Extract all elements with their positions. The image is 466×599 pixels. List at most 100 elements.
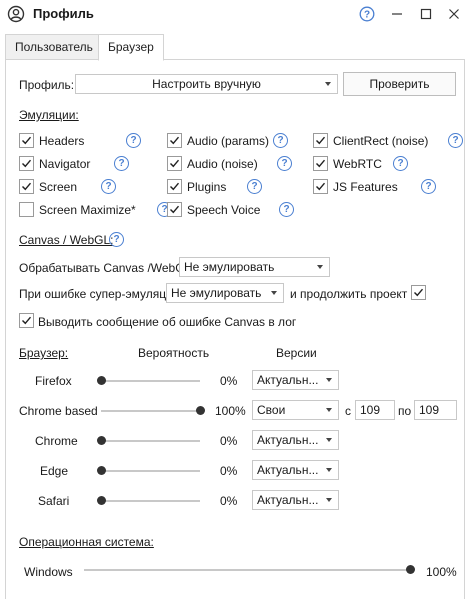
emulation-checkbox[interactable] — [19, 202, 34, 217]
emulation-checkbox[interactable] — [313, 179, 328, 194]
probability-column-header: Вероятность — [138, 346, 210, 360]
help-icon[interactable]: ? — [277, 156, 292, 171]
emulation-label: Headers — [39, 134, 85, 148]
help-icon[interactable]: ? — [101, 179, 116, 194]
canvas-process-value: Не эмулировать — [184, 260, 275, 274]
probability-percent: 0% — [220, 374, 238, 388]
probability-slider-track[interactable] — [101, 380, 200, 382]
version-dropdown[interactable]: Свои — [252, 400, 339, 420]
tab-browser[interactable]: Браузер — [98, 34, 164, 61]
window-title: Профиль — [33, 6, 94, 21]
checkmark-icon — [316, 159, 326, 168]
version-from-label: с — [345, 404, 351, 418]
version-to-label: по — [398, 404, 412, 418]
close-button[interactable] — [443, 3, 465, 25]
help-icon[interactable]: ? — [448, 133, 463, 148]
os-percent: 100% — [426, 565, 457, 579]
emulation-label: Audio (params) — [187, 134, 270, 148]
help-icon[interactable]: ? — [114, 156, 129, 171]
tab-user[interactable]: Пользователь — [5, 34, 103, 60]
canvas-log-checkbox[interactable] — [19, 313, 34, 328]
help-icon[interactable]: ? — [273, 133, 288, 148]
chevron-down-icon — [317, 265, 323, 269]
emulation-checkbox[interactable] — [167, 133, 182, 148]
help-icon[interactable]: ? — [247, 179, 262, 194]
maximize-button[interactable] — [415, 3, 437, 25]
version-value: Актуальн... — [257, 463, 319, 477]
canvas-process-label: Обрабатывать Canvas /WebGL — [19, 261, 192, 275]
probability-slider-track[interactable] — [101, 470, 200, 472]
probability-slider-track[interactable] — [101, 500, 200, 502]
canvas-process-dropdown[interactable]: Не эмулировать — [179, 257, 330, 277]
emulation-label: Speech Voice — [187, 203, 261, 217]
canvas-error-value: Не эмулировать — [171, 286, 262, 300]
probability-slider-thumb[interactable] — [97, 436, 106, 445]
minimize-icon — [392, 13, 402, 15]
help-icon[interactable]: ? — [421, 179, 436, 194]
help-icon[interactable]: ? — [393, 156, 408, 171]
chevron-down-icon — [326, 438, 332, 442]
version-value: Актуальн... — [257, 493, 319, 507]
svg-text:?: ? — [364, 10, 370, 21]
help-icon[interactable]: ? — [126, 133, 141, 148]
emulation-checkbox[interactable] — [19, 156, 34, 171]
minimize-button[interactable] — [386, 3, 408, 25]
probability-slider-thumb[interactable] — [196, 406, 205, 415]
checkmark-icon — [22, 136, 32, 145]
checkmark-icon — [316, 182, 326, 191]
emulation-checkbox[interactable] — [313, 156, 328, 171]
emulation-label: Audio (noise) — [187, 157, 258, 171]
emulation-checkbox[interactable] — [167, 179, 182, 194]
version-dropdown[interactable]: Актуальн... — [252, 490, 339, 510]
emulation-checkbox[interactable] — [19, 133, 34, 148]
profile-dropdown[interactable]: Настроить вручную — [75, 74, 338, 94]
checkmark-icon — [170, 182, 180, 191]
check-button[interactable]: Проверить — [343, 72, 456, 96]
chevron-down-icon — [326, 378, 332, 382]
probability-slider-thumb[interactable] — [97, 496, 106, 505]
version-dropdown[interactable]: Актуальн... — [252, 460, 339, 480]
emulation-checkbox[interactable] — [167, 156, 182, 171]
profile-label: Профиль: — [19, 78, 75, 92]
checkmark-icon — [22, 182, 32, 191]
probability-slider-track[interactable] — [101, 440, 200, 442]
version-dropdown[interactable]: Актуальн... — [252, 430, 339, 450]
checkmark-icon — [170, 159, 180, 168]
version-from-input[interactable]: 109 — [355, 400, 395, 420]
checkmark-icon — [316, 136, 326, 145]
probability-slider-thumb[interactable] — [97, 466, 106, 475]
help-icon[interactable]: ? — [109, 232, 124, 247]
browser-name: Chrome — [35, 434, 78, 448]
emulation-checkbox[interactable] — [167, 202, 182, 217]
probability-percent: 0% — [220, 434, 238, 448]
version-value: Свои — [257, 403, 286, 417]
version-value: Актуальн... — [257, 433, 319, 447]
version-to-input[interactable]: 109 — [414, 400, 457, 420]
canvas-error-dropdown[interactable]: Не эмулировать — [166, 283, 284, 303]
checkmark-icon — [170, 136, 180, 145]
help-button[interactable]: ? — [356, 3, 378, 25]
os-name: Windows — [24, 565, 73, 579]
chevron-down-icon — [326, 468, 332, 472]
probability-slider-thumb[interactable] — [97, 376, 106, 385]
emulation-checkbox[interactable] — [19, 179, 34, 194]
user-circle-icon — [7, 5, 25, 23]
browser-name: Edge — [40, 464, 69, 478]
emulation-checkbox[interactable] — [313, 133, 328, 148]
canvas-log-label: Выводить сообщение об ошибке Canvas в ло… — [38, 315, 297, 329]
help-icon[interactable]: ? — [279, 202, 294, 217]
tab-bar: Пользователь Браузер — [0, 34, 466, 61]
canvas-continue-checkbox[interactable] — [411, 285, 426, 300]
browser-section-title: Браузер: — [19, 346, 69, 360]
probability-slider-track[interactable] — [101, 410, 200, 412]
close-icon — [449, 9, 459, 19]
os-section-title: Операционная система: — [19, 535, 154, 549]
os-slider-thumb[interactable] — [406, 565, 415, 574]
emulation-label: Screen — [39, 180, 78, 194]
chevron-down-icon — [271, 291, 277, 295]
browser-name: Firefox — [35, 374, 72, 388]
os-slider-track[interactable] — [84, 569, 410, 571]
emulation-label: Navigator — [39, 157, 91, 171]
version-dropdown[interactable]: Актуальн... — [252, 370, 339, 390]
title-bar: Профиль ? — [0, 0, 466, 28]
